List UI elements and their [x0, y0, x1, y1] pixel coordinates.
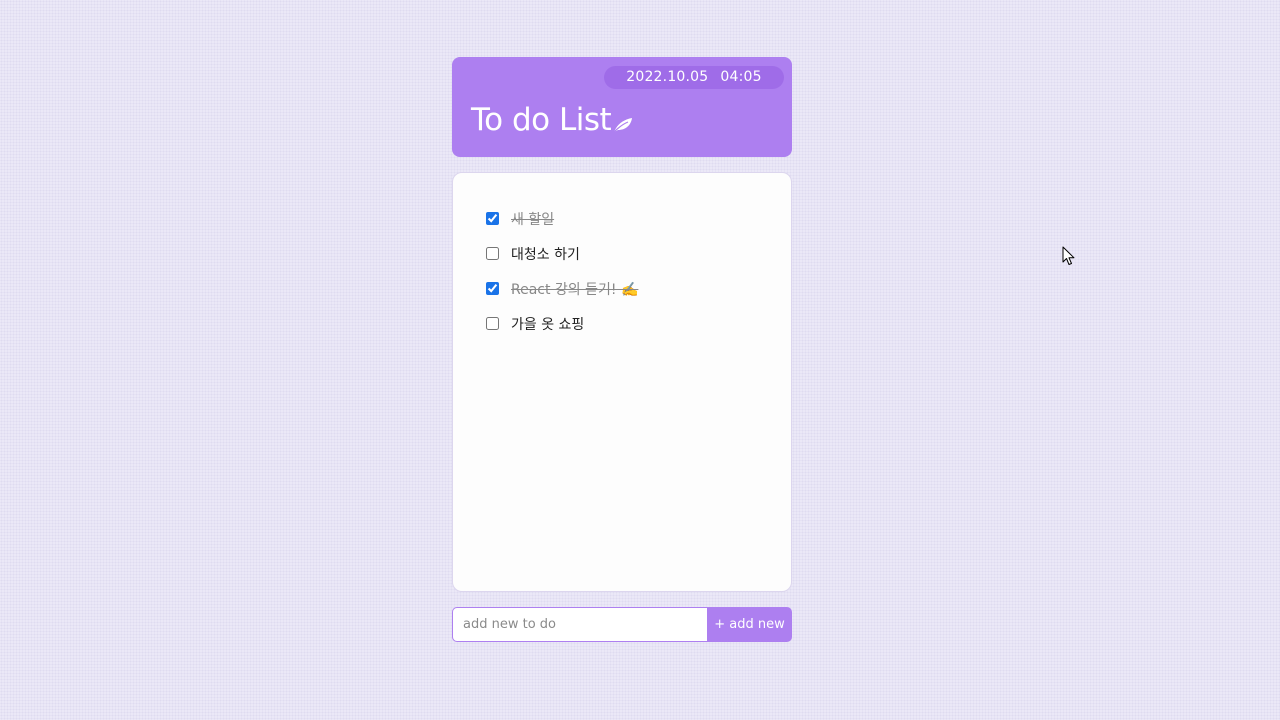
- page-title: To do List: [471, 102, 612, 138]
- todo-text: 새 할일: [511, 211, 555, 228]
- date-text: 2022.10.05: [626, 69, 709, 85]
- todo-item: 새 할일: [486, 201, 791, 236]
- todo-checkbox[interactable]: [486, 317, 499, 330]
- add-todo-form: + add new: [452, 607, 792, 642]
- todo-app: 2022.10.05 04:05 To do List 새 할일 대청소 하기 R…: [452, 57, 792, 642]
- mouse-pointer-icon: [1062, 246, 1075, 265]
- todo-item: 가을 옷 쇼핑: [486, 306, 791, 341]
- todo-item: 대청소 하기: [486, 236, 791, 271]
- title-row: To do List: [471, 102, 634, 138]
- header-panel: 2022.10.05 04:05 To do List: [452, 57, 792, 157]
- datetime-badge: 2022.10.05 04:05: [604, 66, 784, 89]
- todo-checkbox[interactable]: [486, 247, 499, 260]
- new-todo-input[interactable]: [452, 607, 707, 642]
- todo-item: React 강의 듣기! ✍️: [486, 271, 791, 306]
- todo-text: 가을 옷 쇼핑: [511, 316, 585, 333]
- todo-checkbox[interactable]: [486, 282, 499, 295]
- add-new-button[interactable]: + add new: [707, 607, 792, 642]
- leaf-icon: [613, 118, 633, 133]
- todo-list-card: 새 할일 대청소 하기 React 강의 듣기! ✍️ 가을 옷 쇼핑: [452, 172, 792, 592]
- todo-text: 대청소 하기: [511, 246, 580, 263]
- todo-text: React 강의 듣기! ✍️: [511, 281, 639, 298]
- todo-list: 새 할일 대청소 하기 React 강의 듣기! ✍️ 가을 옷 쇼핑: [486, 201, 791, 341]
- time-text: 04:05: [720, 69, 762, 85]
- todo-checkbox[interactable]: [486, 212, 499, 225]
